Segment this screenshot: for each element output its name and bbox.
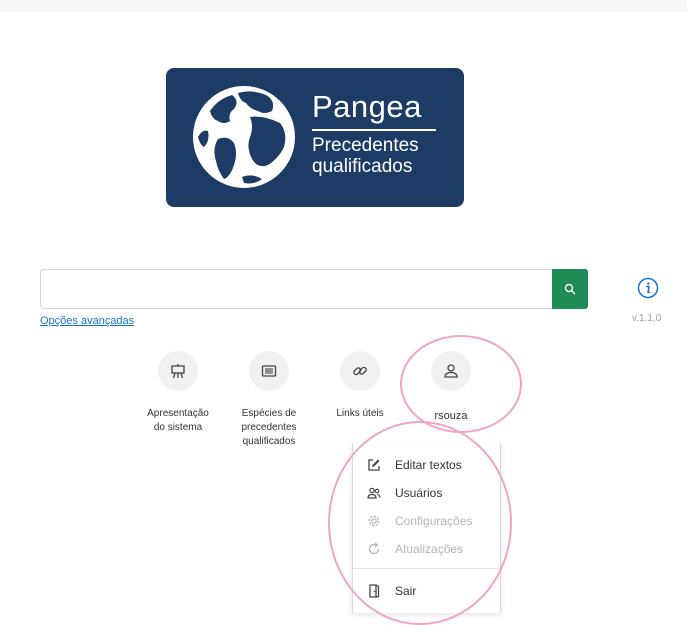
menu-item-editar-textos[interactable]: Editar textos (367, 454, 462, 476)
search-icon (564, 283, 576, 295)
tile-label: Espécies de precedentes qualificados (241, 408, 297, 447)
link-icon (353, 366, 367, 376)
tile-links[interactable]: Links úteis (320, 351, 400, 421)
users-icon (367, 487, 381, 499)
list-icon (261, 365, 277, 377)
tile-icon-circle (431, 351, 471, 391)
edit-icon (368, 459, 380, 471)
logo-subtitle-line1: Precedentes (312, 135, 419, 156)
easel-icon (171, 364, 185, 379)
menu-item-configuracoes: Configurações (367, 510, 472, 532)
logo-subtitle-line2: qualificados (312, 156, 413, 177)
logo-title: Pangea (312, 89, 422, 124)
search-button[interactable] (552, 269, 588, 309)
tile-label: Apresentação do sistema (147, 408, 209, 433)
globe-icon (191, 84, 297, 190)
pangea-logo: Pangea Precedentes qualificados (166, 68, 464, 207)
tile-apresentacao[interactable]: Apresentação do sistema (138, 351, 218, 435)
top-bar (0, 0, 687, 12)
user-icon (444, 364, 458, 378)
search-input[interactable] (40, 269, 552, 309)
tile-user[interactable]: rsouza (411, 351, 491, 423)
user-menu: Editar textos Usuários Configurações Atu… (352, 443, 501, 613)
tile-label: rsouza (434, 410, 468, 422)
version-label: v.1.1.0 (632, 313, 662, 324)
logout-icon (369, 584, 380, 598)
tile-icon-circle (158, 351, 198, 391)
tile-label: Links úteis (336, 408, 384, 419)
logo-underline (312, 129, 436, 131)
advanced-options-link[interactable]: Opções avançadas (40, 315, 134, 327)
gear-icon (368, 515, 380, 527)
menu-item-usuarios[interactable]: Usuários (367, 482, 442, 504)
info-icon[interactable] (637, 277, 659, 299)
tile-icon-circle (340, 351, 380, 391)
tile-especies[interactable]: Espécies de precedentes qualificados (229, 351, 309, 449)
menu-divider (353, 568, 500, 569)
menu-item-sair[interactable]: Sair (367, 580, 416, 602)
tile-icon-circle (249, 351, 289, 391)
refresh-icon (368, 542, 380, 555)
logo-subtitle: Precedentes qualificados (312, 135, 419, 177)
menu-item-atualizacoes: Atualizações (367, 538, 463, 560)
